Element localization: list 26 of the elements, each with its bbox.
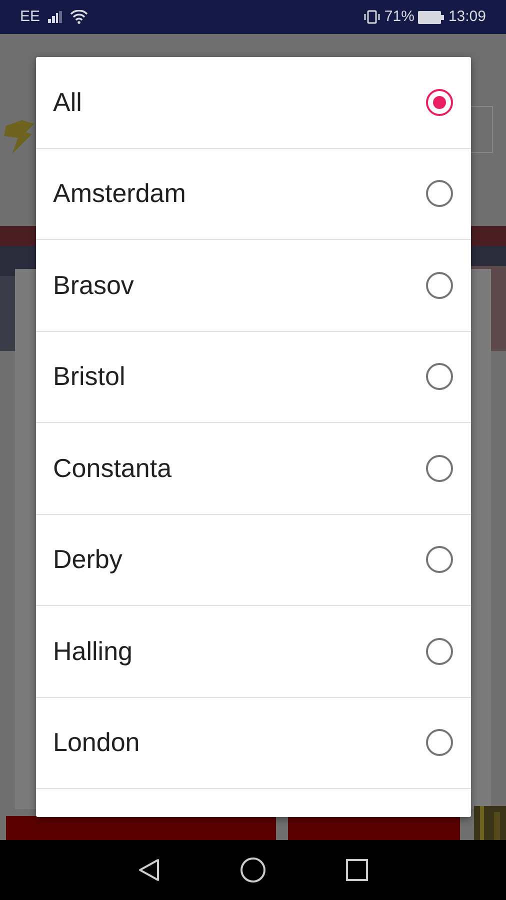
option-label[interactable]: Amsterdam [53,174,186,214]
recents-icon[interactable] [346,859,368,881]
home-icon[interactable] [240,857,266,883]
back-icon[interactable] [138,858,160,882]
clock-time: 13:09 [448,6,486,27]
radio-button[interactable] [426,546,453,574]
vibrate-icon [364,9,380,25]
option-label[interactable]: Halling [53,632,132,671]
option-label[interactable]: London [53,723,140,762]
battery-icon [418,10,444,24]
wifi-icon [70,10,88,24]
option-label[interactable]: All [53,82,82,122]
signal-icon [48,11,62,23]
radio-button[interactable] [426,88,453,116]
radio-button[interactable] [426,363,453,390]
radio-button[interactable] [426,638,453,665]
carrier-name: EE [20,6,40,27]
radio-button[interactable] [426,729,453,756]
radio-button[interactable] [426,454,453,482]
radio-button[interactable] [426,180,453,208]
option-label[interactable]: Derby [53,540,122,580]
radio-button[interactable] [426,272,453,299]
option-label[interactable]: Bristol [53,357,126,396]
option-label[interactable]: Constanta [53,448,172,488]
battery-percent: 71% [384,6,414,27]
option-label[interactable]: Brasov [53,266,134,305]
